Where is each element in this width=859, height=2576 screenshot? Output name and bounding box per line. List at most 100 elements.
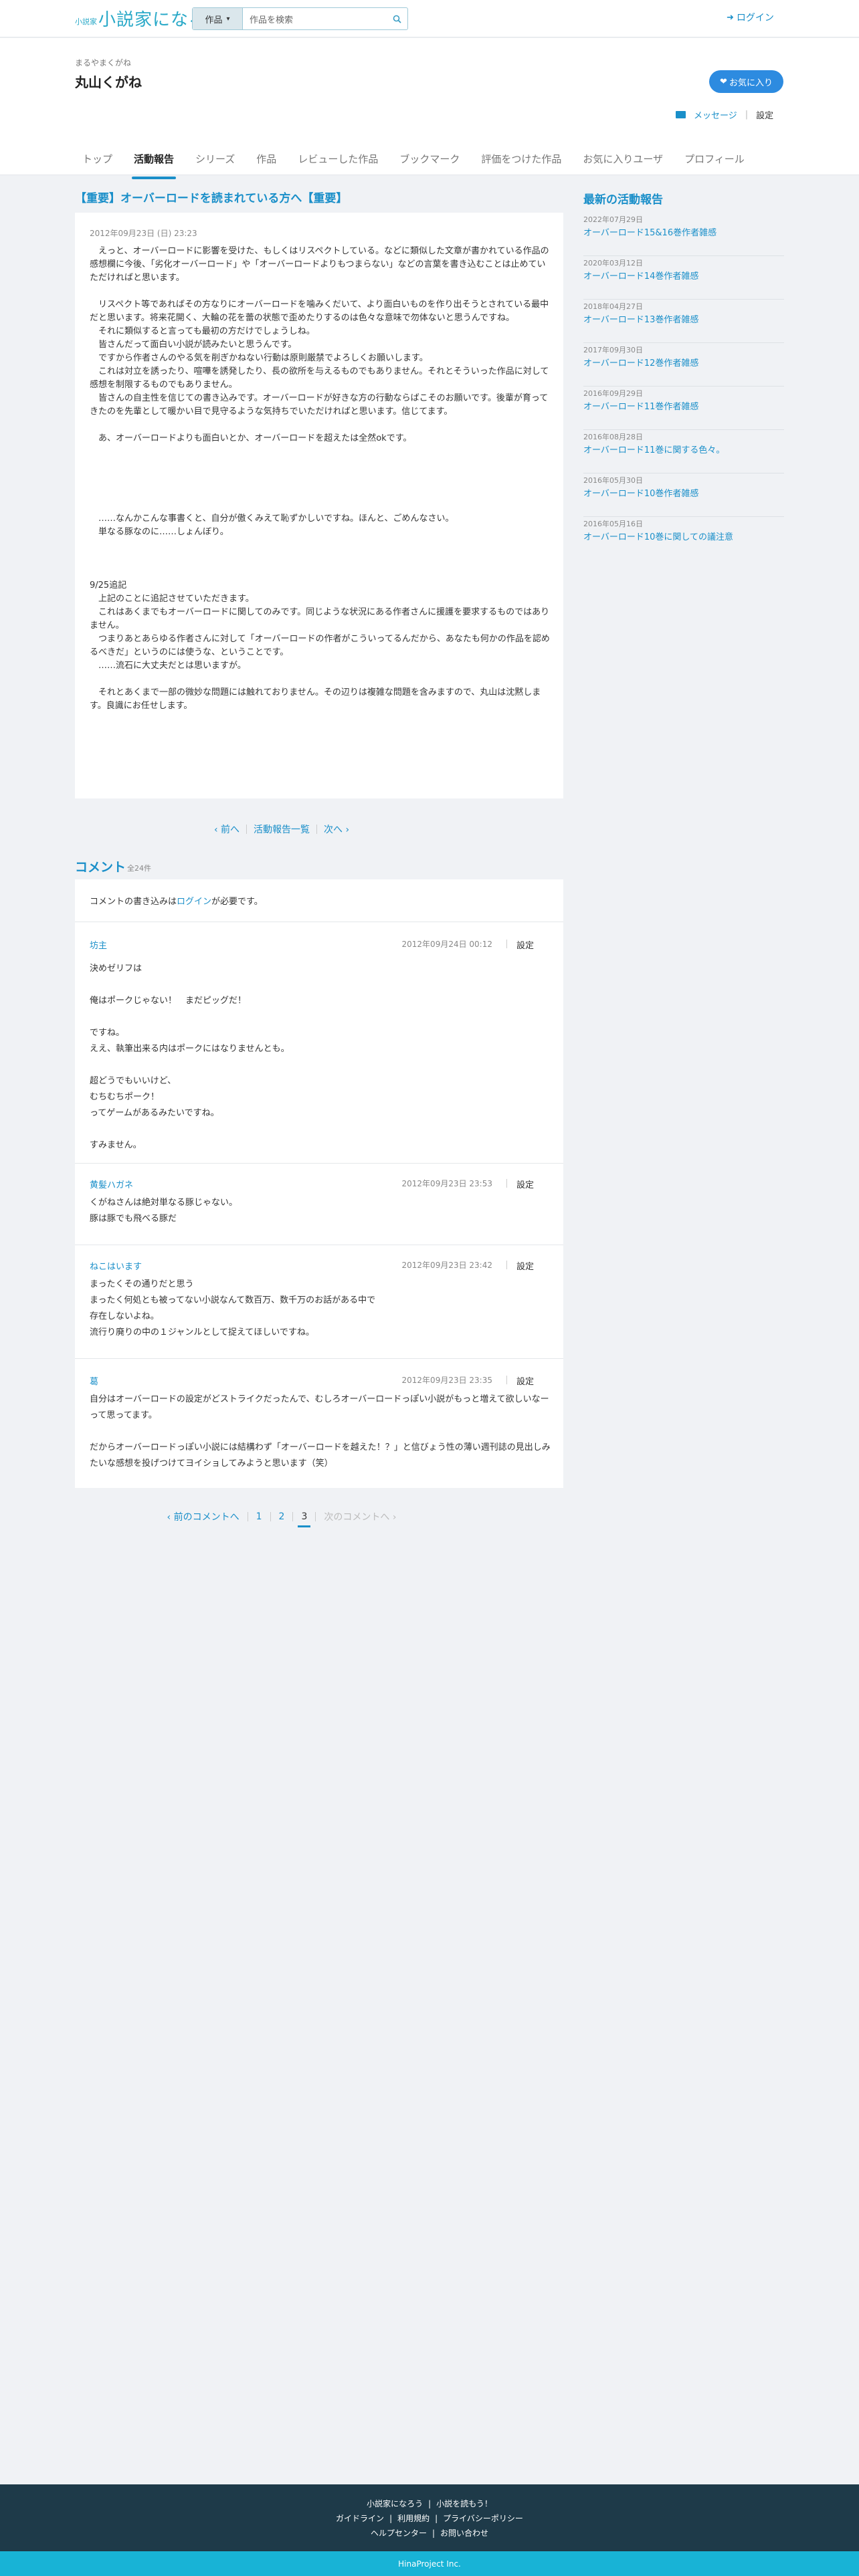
recent-reports-list: 2022年07月29日 オーバーロード15&16巻作者雑感 2020年03月12… (583, 213, 784, 560)
divider (506, 1376, 507, 1384)
footer-link-privacy[interactable]: プライバシーポリシー (443, 2514, 523, 2523)
search-input[interactable]: 作品を検索 (243, 8, 386, 29)
tab-top[interactable]: トップ (75, 150, 120, 175)
tab-series[interactable]: シリーズ (188, 150, 242, 175)
report-link[interactable]: オーバーロード10巻に関しての議注意 (583, 532, 733, 542)
report-link[interactable]: オーバーロード11巻作者雑感 (583, 402, 698, 412)
report-date: 2017年09月30日 (583, 346, 643, 354)
report-link[interactable]: オーバーロード15&16巻作者雑感 (583, 228, 717, 238)
divider (75, 1358, 563, 1359)
report-date: 2020年03月12日 (583, 259, 643, 267)
chevron-left-icon: ‹ (213, 825, 221, 835)
user-name: 丸山くがね (75, 74, 142, 90)
comment-settings-link[interactable]: 設定 (516, 1374, 534, 1387)
prev-comments-link[interactable]: ‹ 前のコメントへ (159, 1510, 248, 1523)
comment-page-2[interactable]: 2 (271, 1511, 293, 1522)
list-item: 2020年03月12日 オーバーロード14巻作者雑感 (583, 256, 784, 300)
next-label: 次へ (324, 825, 343, 835)
comment-author[interactable]: 坊主 (90, 938, 107, 951)
comment-body: くがねさんは絶対単なる豚じゃない。 豚は豚でも飛べる豚だ (90, 1198, 238, 1224)
tab-reviewed[interactable]: レビューした作品 (290, 150, 385, 175)
site-header: 小説家 小説家になろう 作品 ▾ 作品を検索 ➜ ログイン (0, 0, 859, 37)
tab-works[interactable]: 作品 (249, 150, 284, 175)
footer-link-contact[interactable]: お問い合わせ (440, 2529, 488, 2538)
search-button[interactable] (386, 8, 407, 29)
footer-link-yomou[interactable]: 小説を読もう！ (436, 2499, 492, 2508)
comment-settings-link[interactable]: 設定 (516, 1259, 534, 1272)
footer-link-narou[interactable]: 小説家になろう (367, 2499, 423, 2508)
tab-bookmarks[interactable]: ブックマーク (392, 150, 467, 175)
comments-heading: コメント (75, 860, 126, 875)
report-link[interactable]: オーバーロード13巻作者雑感 (583, 315, 698, 325)
report-link[interactable]: オーバーロード12巻作者雑感 (583, 358, 698, 368)
divider (506, 1261, 507, 1269)
envelope-icon (676, 111, 686, 118)
comment-settings-link[interactable]: 設定 (516, 1178, 534, 1190)
list-item: 2017年09月30日 オーバーロード12巻作者雑感 (583, 343, 784, 387)
login-link[interactable]: ➜ ログイン (727, 11, 774, 24)
chevron-right-icon: › (343, 825, 350, 835)
divider: | (435, 2514, 438, 2523)
divider (506, 940, 507, 948)
chevron-down-icon: ▾ (226, 15, 230, 23)
add-favorite-button[interactable]: ❤ お気に入り (709, 70, 783, 93)
comment-pager: ‹ 前のコメントへ 1 2 3 次のコメントへ › (0, 1510, 563, 1527)
report-list-link[interactable]: 活動報告一覧 (247, 823, 316, 836)
footer-link-help[interactable]: ヘルプセンター (371, 2529, 427, 2538)
message-link[interactable]: メッセージ (676, 108, 737, 121)
report-link[interactable]: オーバーロード14巻作者雑感 (583, 272, 698, 282)
divider: | (432, 2529, 436, 2538)
message-label: メッセージ (694, 111, 737, 121)
favorite-label: お気に入り (729, 78, 773, 88)
divider: | (389, 2514, 393, 2523)
activity-report: 【重要】オーバーロードを読まれている方へ【重要】 2012年09月23日 (日)… (75, 186, 563, 798)
comments-count: 全24件 (127, 864, 151, 873)
next-comments-label: 次のコメントへ (324, 1512, 390, 1523)
settings-link[interactable]: 設定 (756, 108, 773, 121)
search-category-select[interactable]: 作品 ▾ (193, 8, 243, 29)
comment-date: 2012年09月23日 23:42 (401, 1261, 492, 1270)
search-box: 作品 ▾ 作品を検索 (192, 7, 408, 30)
comment-login-link[interactable]: ログイン (177, 897, 211, 907)
comment-author[interactable]: ねこはいます (90, 1259, 142, 1272)
footer-link-terms[interactable]: 利用規約 (397, 2514, 430, 2523)
article-body: えっと、オーバーロードに影響を受けた、もしくはリスペクトしている。などに類似した… (90, 246, 550, 711)
report-date: 2018年04月27日 (583, 302, 643, 311)
prev-report-link[interactable]: ‹ 前へ (207, 823, 246, 836)
search-category-label: 作品 (205, 15, 223, 25)
user-actions: メッセージ | 設定 (676, 108, 773, 121)
comment-page-3[interactable]: 3 (293, 1511, 315, 1527)
tab-rated[interactable]: 評価をつけた作品 (474, 150, 569, 175)
next-report-link[interactable]: 次へ › (317, 823, 356, 836)
comment-date: 2012年09月23日 23:35 (401, 1376, 492, 1385)
comment-body: まったくその通りだと思う まったく何処とも被ってない小説なんて数百万、数千万のお… (90, 1279, 376, 1337)
list-item: 2016年08月28日 オーバーロード11巻に関する色々。 (583, 430, 784, 473)
divider: | (428, 2499, 432, 2508)
list-item: 2016年09月29日 オーバーロード11巻作者雑感 (583, 387, 784, 430)
company-name: HinaProject Inc. (398, 2559, 461, 2569)
comment-body: 自分はオーバーロードの設定がどストライクだったんで、むしろオーバーロードっぽい小… (90, 1394, 551, 1469)
comment-settings-link[interactable]: 設定 (516, 938, 534, 951)
report-link[interactable]: オーバーロード11巻に関する色々。 (583, 445, 725, 455)
comment-date: 2012年09月24日 00:12 (401, 940, 492, 949)
article-title: 【重要】オーバーロードを読まれている方へ【重要】 (75, 192, 348, 205)
comment-item: 黄髪ハガネ 2012年09月23日 23:53 設定 くがねさんは絶対単なる豚じ… (90, 1178, 551, 1238)
tab-activity[interactable]: 活動報告 (126, 150, 181, 179)
comment-author[interactable]: 黄髪ハガネ (90, 1178, 133, 1190)
comment-item: 葛 2012年09月23日 23:35 設定 自分はオーバーロードの設定がどスト… (90, 1374, 551, 1475)
tab-favorite-users[interactable]: お気に入りユーザ (575, 150, 670, 175)
report-date: 2016年08月28日 (583, 433, 643, 441)
tab-profile[interactable]: プロフィール (677, 150, 752, 175)
prev-label: 前へ (221, 825, 240, 835)
comments-list: コメントの書き込みはログインが必要です。 坊主 2012年09月24日 00:1… (75, 879, 563, 1488)
search-icon (393, 15, 401, 23)
comment-author[interactable]: 葛 (90, 1374, 98, 1387)
report-link[interactable]: オーバーロード10巻作者雑感 (583, 489, 698, 499)
comment-page-1[interactable]: 1 (248, 1511, 270, 1522)
chevron-right-icon: › (389, 1512, 397, 1523)
footer-link-guideline[interactable]: ガイドライン (336, 2514, 384, 2523)
login-label: ログイン (736, 13, 774, 23)
report-pager: ‹ 前へ 活動報告一覧 次へ › (0, 823, 563, 836)
comment-body: 決めゼリフは 俺はポークじゃない！ まだピッグだ！ ですね。 ええ、執筆出来る内… (90, 964, 290, 1150)
chevron-left-icon: ‹ (167, 1512, 174, 1523)
